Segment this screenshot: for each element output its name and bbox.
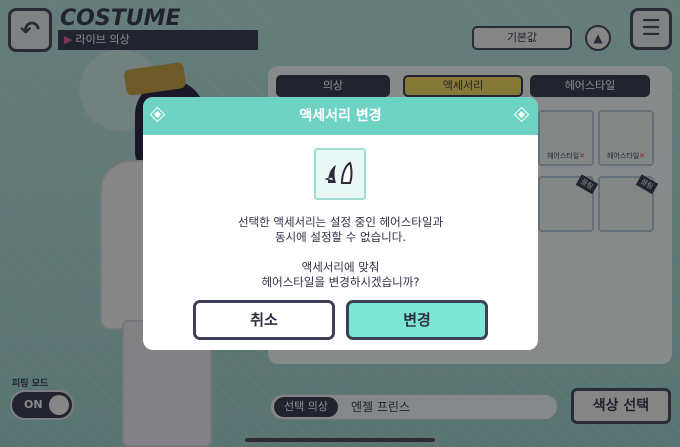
- dialog-message: 선택한 액세서리는 설정 중인 헤어스타일과 동시에 설정할 수 없습니다. 액…: [143, 215, 538, 290]
- confirm-change-button[interactable]: 변경: [346, 300, 488, 340]
- accessory-change-dialog: 액세서리 변경 선택한 액세서리는 설정 중인 헤어스타일과 동시에 설정할 수…: [143, 97, 538, 350]
- dialog-message-line: 선택한 액세서리는 설정 중인 헤어스타일과: [237, 215, 444, 229]
- dialog-title: 액세서리 변경: [299, 108, 382, 124]
- dialog-message-line: 동시에 설정할 수 없습니다.: [274, 230, 406, 244]
- dialog-message-line: 헤어스타일을 변경하시겠습니까?: [261, 275, 420, 289]
- accessory-preview: [314, 148, 366, 200]
- horns-accessory-icon: [324, 161, 353, 184]
- cancel-button[interactable]: 취소: [193, 300, 335, 340]
- diamond-decoration-icon: [151, 108, 164, 121]
- diamond-decoration-icon: [515, 108, 528, 121]
- dialog-message-line: 액세서리에 맞춰: [301, 260, 380, 274]
- dialog-header: 액세서리 변경: [143, 97, 538, 135]
